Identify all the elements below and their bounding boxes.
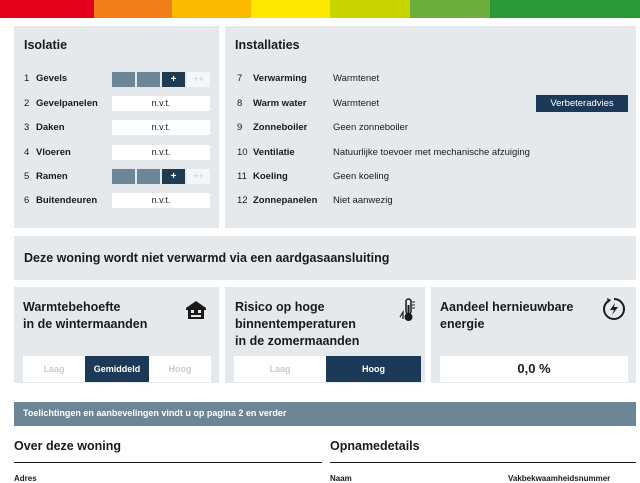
title-line: in de wintermaanden: [23, 317, 148, 331]
row-number: 7: [237, 73, 243, 84]
rating-step: [112, 72, 135, 87]
ramen-rating: + ++: [112, 169, 210, 184]
house-icon: [186, 301, 206, 319]
row-label: Koeling: [253, 171, 288, 182]
row-label: Gevelpanelen: [36, 98, 98, 109]
gevelpanelen-value: n.v.t.: [112, 96, 210, 111]
isolatie-row-ramen: 5 Ramen: [24, 171, 68, 182]
title-line: Risico op hoge: [235, 300, 325, 314]
thermometer-icon: [399, 298, 415, 321]
scale-option-laag: Laag: [234, 356, 326, 382]
installatie-row-koeling: 11 Koeling: [237, 171, 288, 182]
row-number: 8: [237, 98, 243, 109]
title-line: energie: [440, 317, 485, 331]
row-number: 5: [24, 171, 30, 182]
isolatie-row-vloeren: 4 Vloeren: [24, 147, 71, 158]
energy-label-bar: [0, 0, 640, 18]
row-label: Buitendeuren: [36, 195, 98, 206]
gevels-rating: + ++: [112, 72, 210, 87]
section-divider-right: [330, 462, 636, 463]
zonneboiler-value: Geen zonneboiler: [333, 122, 408, 133]
rating-step: [137, 72, 160, 87]
warmtebehoefte-title: Warmtebehoefte in de wintermaanden: [23, 299, 147, 333]
energy-class-segment-5: [330, 0, 410, 18]
row-label: Warm water: [253, 98, 307, 109]
row-number: 4: [24, 147, 30, 158]
installatie-row-zonnepanelen: 12 Zonnepanelen: [237, 195, 317, 206]
hernieuwbaar-title: Aandeel hernieuwbare energie: [440, 299, 573, 333]
isolatie-row-daken: 3 Daken: [24, 122, 65, 133]
row-number: 11: [237, 171, 247, 182]
row-label: Vloeren: [36, 147, 71, 158]
scale-option-hoog: Hoog: [149, 356, 211, 382]
hernieuwbaar-value: 0,0 %: [440, 356, 628, 382]
section-opnamedetails: Opnamedetails: [330, 439, 420, 453]
installaties-title: Installaties: [235, 38, 300, 52]
installatie-row-ventilatie: 10 Ventilatie: [237, 147, 295, 158]
isolatie-row-gevelpanelen: 2 Gevelpanelen: [24, 98, 98, 109]
renewable-energy-icon: [603, 298, 625, 320]
isolatie-title: Isolatie: [24, 38, 68, 52]
risico-title: Risico op hoge binnentemperaturen in de …: [235, 299, 359, 350]
energy-class-segment-2: [94, 0, 172, 18]
scale-option-laag: Laag: [23, 356, 85, 382]
installatie-row-warm-water: 8 Warm water: [237, 98, 307, 109]
energy-class-segment-3: [172, 0, 251, 18]
energy-class-segment-7: [490, 0, 640, 18]
row-label: Verwarming: [253, 73, 307, 84]
risico-scale: Laag Hoog: [234, 356, 421, 382]
row-label: Gevels: [36, 73, 68, 84]
rating-step-plusplus: ++: [187, 72, 210, 87]
title-line: binnentemperaturen: [235, 317, 356, 331]
isolatie-row-gevels: 1 Gevels: [24, 73, 67, 84]
rating-step-plus: +: [162, 169, 185, 184]
verwarming-value: Warmtenet: [333, 73, 380, 84]
energy-class-segment-6: [410, 0, 490, 18]
section-over-deze-woning: Over deze woning: [14, 439, 121, 453]
row-number: 1: [24, 73, 30, 84]
daken-value: n.v.t.: [112, 120, 210, 135]
energy-class-segment-4: [251, 0, 330, 18]
row-number: 10: [237, 147, 248, 158]
koeling-value: Geen koeling: [333, 171, 389, 182]
gas-notice-text: Deze woning wordt niet verwarmd via een …: [24, 251, 390, 265]
row-number: 12: [237, 195, 248, 206]
row-label: Zonnepanelen: [253, 195, 318, 206]
row-number: 3: [24, 122, 30, 133]
title-line: Aandeel hernieuwbare: [440, 300, 574, 314]
title-line: in de zomermaanden: [235, 334, 360, 348]
zonnepanelen-value: Niet aanwezig: [333, 195, 393, 206]
row-number: 9: [237, 122, 243, 133]
scale-option-hoog: Hoog: [326, 356, 421, 382]
row-label: Ramen: [36, 171, 68, 182]
rating-step: [137, 169, 160, 184]
vloeren-value: n.v.t.: [112, 145, 210, 160]
section-divider-left: [14, 462, 322, 463]
row-label: Ventilatie: [253, 147, 295, 158]
installatie-row-verwarming: 7 Verwarming: [237, 73, 307, 84]
energy-class-segment-1: [0, 0, 94, 18]
warmtebehoefte-scale: Laag Gemiddeld Hoog: [23, 356, 211, 382]
buitendeuren-value: n.v.t.: [112, 193, 210, 208]
row-label: Zonneboiler: [253, 122, 308, 133]
warm-water-value: Warmtenet: [333, 98, 380, 109]
rating-step-plusplus: ++: [187, 169, 210, 184]
row-number: 2: [24, 98, 30, 109]
rating-step: [112, 169, 135, 184]
row-label: Daken: [36, 122, 65, 133]
verbeteradvies-button[interactable]: Verbeteradvies: [536, 95, 628, 112]
info-bar-text: Toelichtingen en aanbevelingen vindt u o…: [23, 408, 287, 418]
title-line: Warmtebehoefte: [23, 300, 121, 314]
installatie-row-zonneboiler: 9 Zonneboiler: [237, 122, 307, 133]
isolatie-row-buitendeuren: 6 Buitendeuren: [24, 195, 97, 206]
rating-step-plus: +: [162, 72, 185, 87]
ventilatie-value: Natuurlijke toevoer met mechanische afzu…: [333, 147, 530, 158]
scale-option-gemiddeld: Gemiddeld: [85, 356, 149, 382]
row-number: 6: [24, 195, 30, 206]
